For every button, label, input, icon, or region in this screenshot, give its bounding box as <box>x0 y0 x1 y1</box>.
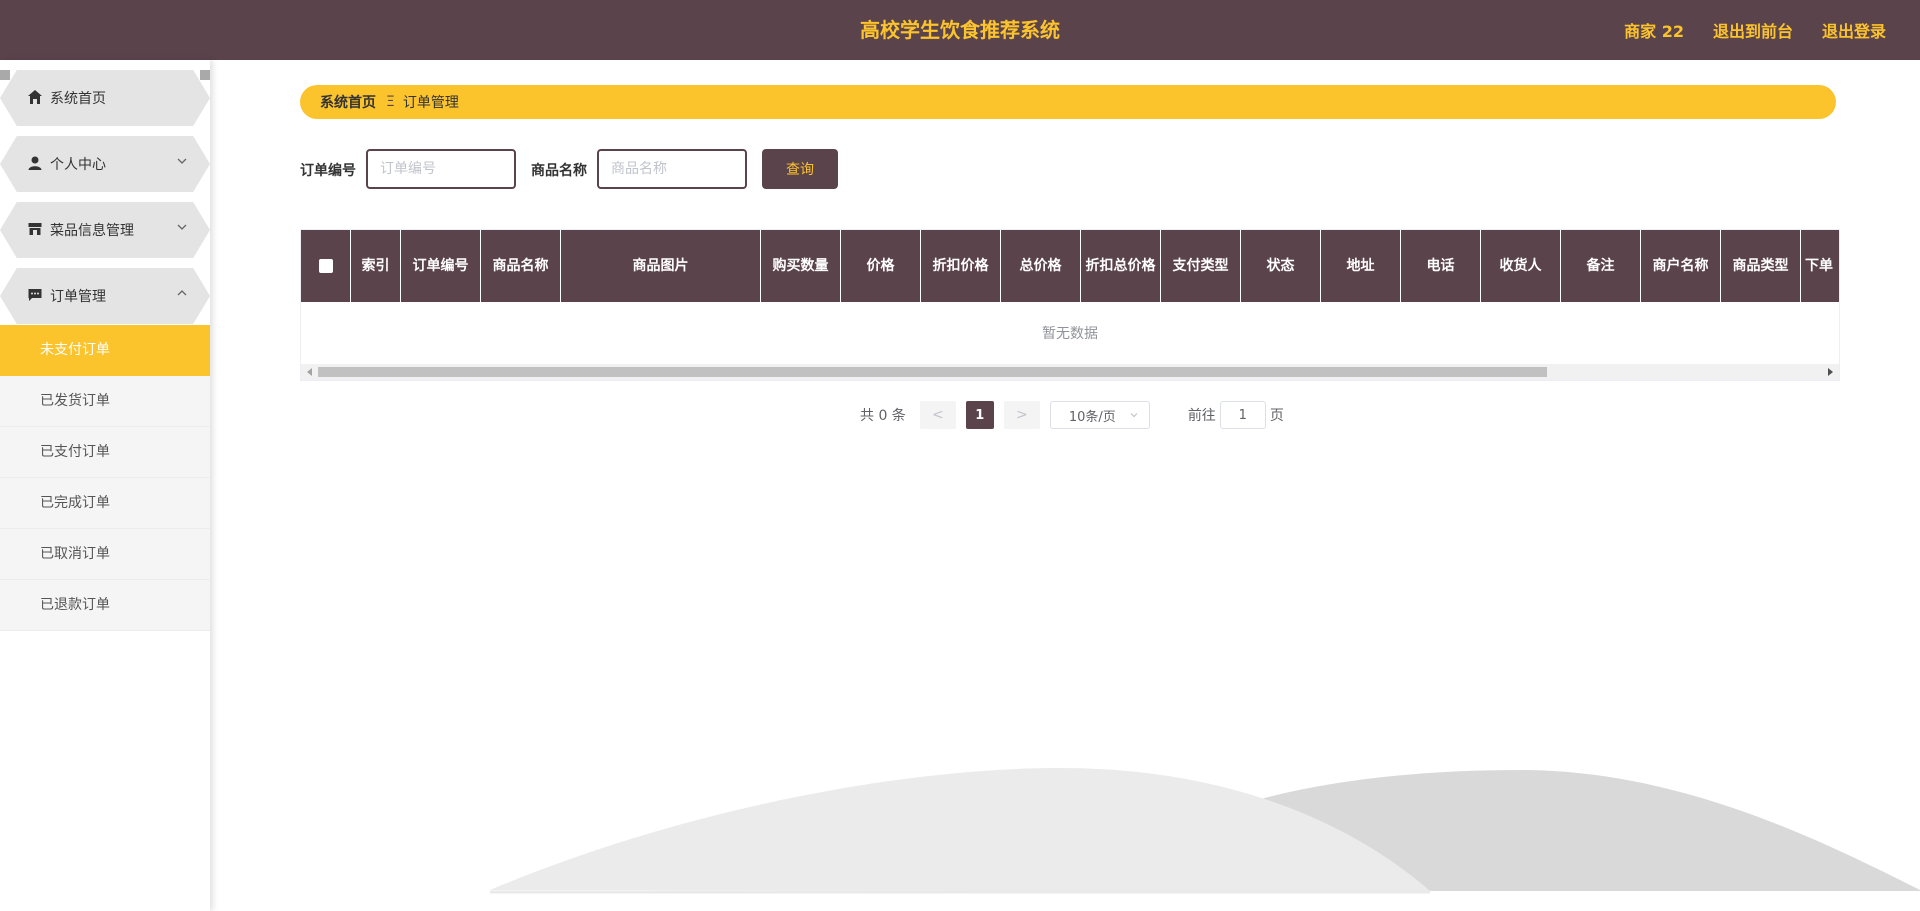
orders-table: 索引 订单编号 商品名称 商品图片 购买数量 价格 折扣价格 总价格 折扣总价格… <box>300 229 1840 381</box>
sidebar-subitem-shipped-orders[interactable]: 已发货订单 <box>0 376 210 427</box>
page-number-1[interactable]: 1 <box>965 401 994 429</box>
sidebar-item-label: 订单管理 <box>50 289 106 305</box>
next-page-button[interactable]: > <box>1003 401 1040 429</box>
sidebar-item-label: 系统首页 <box>50 91 106 107</box>
goto-label: 前往 <box>1187 408 1216 424</box>
page-suffix: 页 <box>1269 408 1284 424</box>
user-icon <box>28 156 42 170</box>
menu-corner-decor <box>0 70 10 80</box>
goto-page-input[interactable] <box>1219 401 1266 429</box>
breadcrumb-home[interactable]: 系统首页 <box>320 92 376 112</box>
breadcrumb: 系统首页 Ξ 订单管理 <box>300 85 1836 119</box>
decorative-hills <box>490 768 1920 894</box>
order-no-input[interactable] <box>366 149 516 189</box>
sidebar-subitem-cancelled-orders[interactable]: 已取消订单 <box>0 529 210 580</box>
sidebar-subitem-paid-orders[interactable]: 已支付订单 <box>0 427 210 478</box>
column-header: 订单编号 <box>401 230 481 302</box>
sidebar-item-home[interactable]: 系统首页 <box>0 70 210 126</box>
pagination-total: 共 0 条 <box>860 408 906 424</box>
top-bar: 高校学生饮食推荐系统 商家 22 退出到前台 退出登录 <box>0 0 1920 60</box>
column-header: 索引 <box>351 230 401 302</box>
column-header: 地址 <box>1321 230 1401 302</box>
sidebar-item-personal-center[interactable]: 个人中心 <box>0 136 210 192</box>
horizontal-scrollbar[interactable] <box>301 364 1839 380</box>
sidebar-subitem-completed-orders[interactable]: 已完成订单 <box>0 478 210 529</box>
select-all-checkbox[interactable] <box>318 259 333 273</box>
goods-name-label: 商品名称 <box>531 163 587 179</box>
shop-icon <box>28 223 42 235</box>
menu-corner-decor <box>200 70 210 80</box>
column-header: 下单 <box>1801 230 1839 302</box>
back-to-front-link[interactable]: 退出到前台 <box>1713 18 1793 42</box>
column-header: 收货人 <box>1481 230 1561 302</box>
prev-page-button[interactable]: < <box>919 401 956 429</box>
column-header: 总价格 <box>1001 230 1081 302</box>
home-icon <box>28 90 42 104</box>
chat-icon <box>28 289 42 301</box>
breadcrumb-current: 订单管理 <box>402 95 459 111</box>
sidebar-item-label: 菜品信息管理 <box>50 223 134 239</box>
table-header: 索引 订单编号 商品名称 商品图片 购买数量 价格 折扣价格 总价格 折扣总价格… <box>301 230 1839 302</box>
column-header: 折扣总价格 <box>1081 230 1161 302</box>
chevron-up-icon <box>177 290 187 296</box>
scrollbar-thumb[interactable] <box>318 367 1547 377</box>
column-header: 商品图片 <box>561 230 761 302</box>
column-header: 电话 <box>1401 230 1481 302</box>
column-header: 购买数量 <box>761 230 841 302</box>
current-user[interactable]: 商家 22 <box>1624 18 1684 42</box>
order-no-label: 订单编号 <box>300 163 356 179</box>
sidebar-item-order-management[interactable]: 订单管理 <box>0 268 210 324</box>
sidebar: 系统首页 个人中心 菜品信息管理 订单管理 未支付订单 已发货订单 已支付订单 … <box>0 60 210 911</box>
column-header: 备注 <box>1561 230 1641 302</box>
logout-link[interactable]: 退出登录 <box>1822 18 1886 42</box>
breadcrumb-separator: Ξ <box>386 94 395 110</box>
chevron-down-icon <box>177 158 187 164</box>
top-actions: 商家 22 退出到前台 退出登录 <box>1624 0 1886 60</box>
chevron-down-icon <box>1130 413 1138 418</box>
column-header: 价格 <box>841 230 921 302</box>
column-header: 支付类型 <box>1161 230 1241 302</box>
query-button[interactable]: 查询 <box>762 149 838 189</box>
column-header: 状态 <box>1241 230 1321 302</box>
sidebar-subitem-refunded-orders[interactable]: 已退款订单 <box>0 580 210 631</box>
page-size-value: 10条/页 <box>1068 409 1116 425</box>
sidebar-subitem-unpaid-orders[interactable]: 未支付订单 <box>0 325 210 376</box>
sidebar-item-label: 个人中心 <box>50 157 106 173</box>
column-header: 折扣价格 <box>921 230 1001 302</box>
pagination: 共 0 条 < 1 > 10条/页 前往 页 <box>860 401 1284 429</box>
chevron-down-icon <box>177 224 187 230</box>
empty-state-text: 暂无数据 <box>1042 326 1098 342</box>
column-header: 商品类型 <box>1721 230 1801 302</box>
scroll-right-arrow-icon[interactable] <box>1828 368 1833 376</box>
column-header: 商户名称 <box>1641 230 1721 302</box>
scroll-left-arrow-icon[interactable] <box>307 368 312 376</box>
select-all-cell <box>301 230 351 302</box>
sidebar-item-dish-management[interactable]: 菜品信息管理 <box>0 202 210 258</box>
page-size-select[interactable]: 10条/页 <box>1049 401 1150 429</box>
column-header: 商品名称 <box>481 230 561 302</box>
goods-name-input[interactable] <box>597 149 747 189</box>
